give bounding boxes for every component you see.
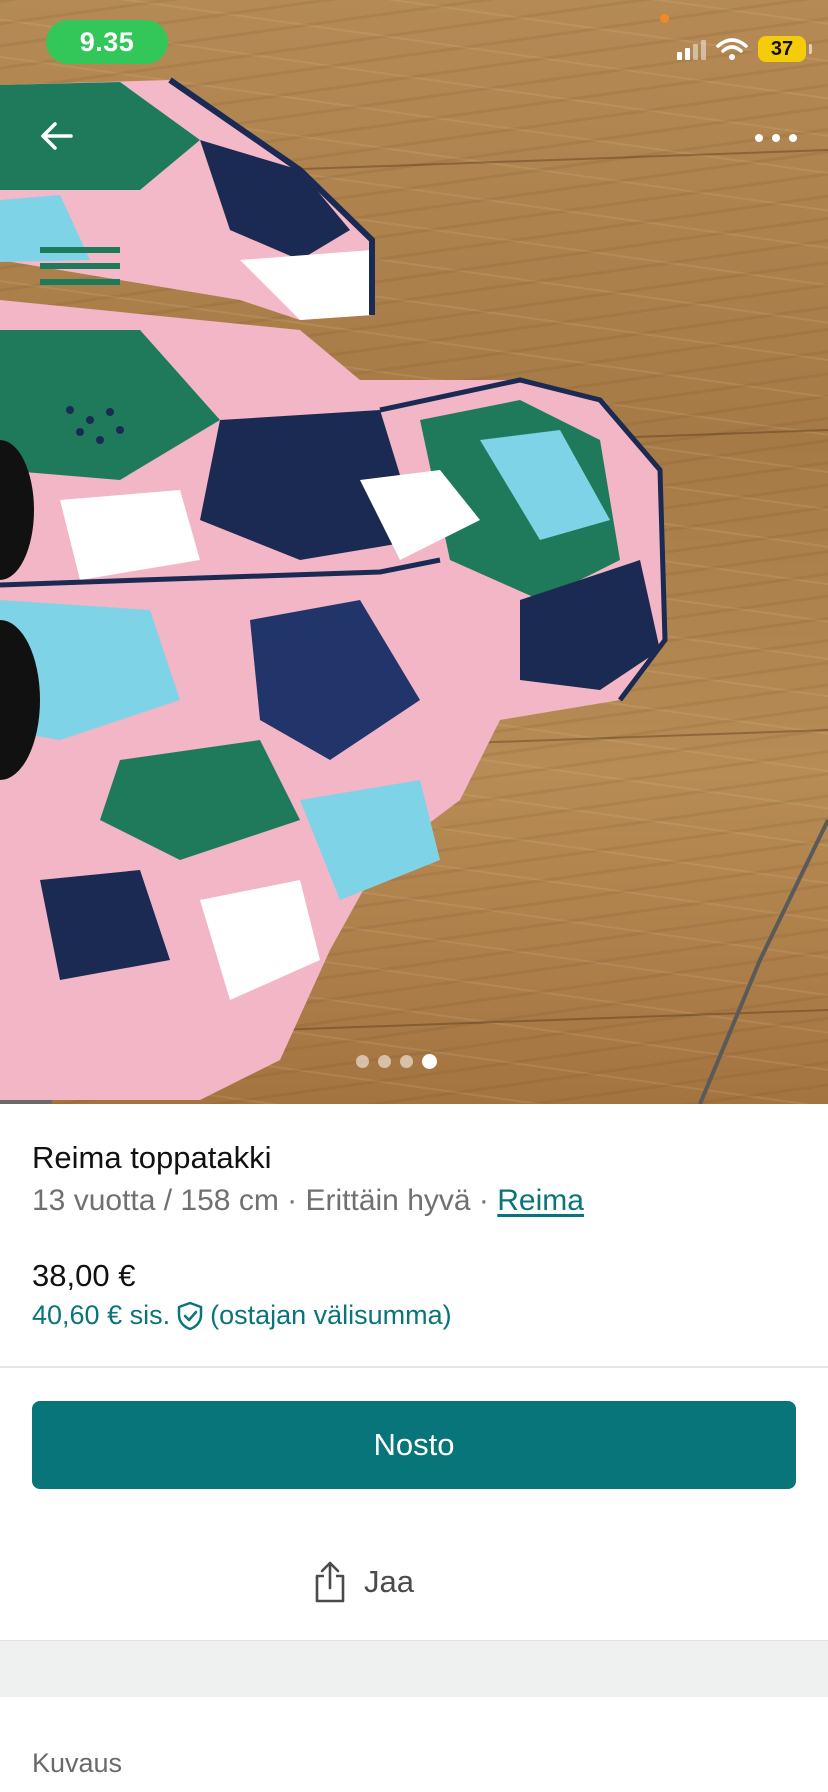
brand-link[interactable]: Reima [497,1184,584,1217]
cellular-signal-icon [677,38,706,60]
item-title: Reima toppatakki [32,1140,272,1175]
battery-level: 37 [770,37,794,60]
description-heading: Kuvaus [32,1748,123,1778]
pager-dot[interactable] [356,1055,369,1068]
jacket-photo-illustration [0,77,828,1104]
buyer-protection-price[interactable]: 40,60 € sis. (ostajan välisumma) [32,1300,452,1331]
shield-check-icon [177,1301,203,1330]
share-label: Jaa [364,1564,414,1599]
share-button[interactable]: Jaa [300,1552,426,1612]
back-button[interactable] [30,110,82,162]
battery-indicator: 37 [758,36,812,62]
meta-separator: · [287,1184,298,1217]
product-photo[interactable]: 9.35 37 [0,0,828,1104]
pager-dot[interactable] [378,1055,391,1068]
arrow-left-icon [41,122,73,150]
protected-price: 40,60 € sis. [32,1300,171,1330]
pager-dot-active[interactable] [422,1054,437,1069]
share-icon [315,1561,345,1603]
pager-dot[interactable] [400,1055,413,1068]
privacy-indicator-dot [660,14,669,23]
item-detail-screen: 9.35 37 Reima toppatakki 13 vuotta / 158… [0,0,828,1792]
gallery-pager [356,1054,437,1069]
item-size: 13 vuotta / 158 cm [32,1184,279,1217]
divider [0,1366,828,1368]
item-condition: Erittäin hyvä [305,1184,471,1217]
protection-note: (ostajan välisumma) [210,1300,452,1330]
more-horizontal-icon [755,134,797,142]
meta-separator: · [478,1184,489,1217]
wifi-icon [716,38,748,60]
section-spacer [0,1641,828,1697]
item-price: 38,00 € [32,1258,136,1293]
item-meta: 13 vuotta / 158 cm · Erittäin hyvä · Rei… [32,1184,584,1218]
more-options-button[interactable] [750,118,802,158]
status-time: 9.35 [46,20,168,64]
bump-button[interactable]: Nosto [32,1401,796,1489]
status-icons: 37 [677,32,812,66]
